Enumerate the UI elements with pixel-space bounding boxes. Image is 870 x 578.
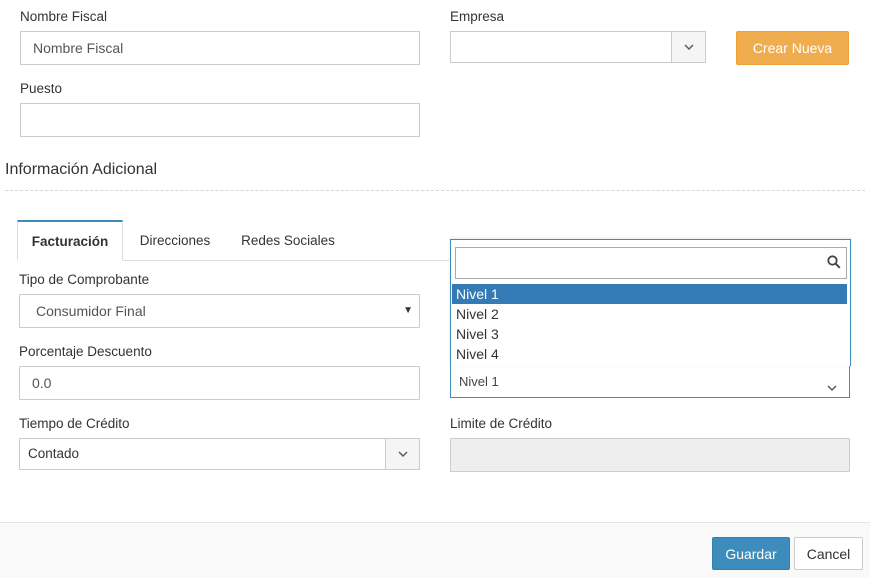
nombre-fiscal-label: Nombre Fiscal — [20, 9, 108, 24]
tiempo-credito-select[interactable]: Contado — [19, 438, 420, 470]
nivel-dropdown: Nivel 1 Nivel 2 Nivel 3 Nivel 4 — [450, 239, 851, 366]
tiempo-credito-value: Contado — [28, 446, 80, 461]
porcentaje-descuento-input[interactable]: 0.0 — [19, 366, 420, 400]
tab-facturacion[interactable]: Facturación — [17, 220, 123, 261]
limite-credito-label: Limite de Crédito — [450, 416, 553, 431]
dropdown-option[interactable]: Nivel 4 — [452, 344, 847, 364]
tipo-comprobante-label: Tipo de Comprobante — [19, 272, 150, 287]
dropdown-search-input[interactable] — [455, 247, 847, 279]
tiempo-credito-label: Tiempo de Crédito — [19, 416, 130, 431]
nivel-select[interactable]: Nivel 1 — [450, 366, 850, 398]
empresa-select[interactable] — [450, 31, 706, 63]
tab-redes-sociales[interactable]: Redes Sociales — [228, 220, 348, 261]
chevron-down-icon — [827, 378, 837, 394]
tipo-comprobante-select[interactable]: Consumidor Final ▼ — [19, 294, 420, 328]
chevron-down-icon[interactable] — [385, 439, 419, 469]
cancel-button[interactable]: Cancel — [794, 537, 863, 570]
limite-credito-input — [450, 438, 850, 472]
caret-down-icon: ▼ — [403, 305, 413, 316]
dropdown-option[interactable]: Nivel 2 — [452, 304, 847, 324]
search-icon — [827, 255, 841, 272]
section-title: Información Adicional — [5, 161, 158, 178]
dropdown-option[interactable]: Nivel 3 — [452, 324, 847, 344]
dropdown-option[interactable]: Nivel 1 — [452, 284, 847, 304]
chevron-down-icon[interactable] — [671, 32, 705, 62]
nombre-fiscal-input[interactable]: Nombre Fiscal — [20, 31, 420, 65]
puesto-input[interactable] — [20, 103, 420, 137]
crear-nueva-button[interactable]: Crear Nueva — [736, 31, 849, 65]
tab-direcciones[interactable]: Direcciones — [126, 220, 224, 261]
dropdown-options: Nivel 1 Nivel 2 Nivel 3 Nivel 4 — [452, 284, 847, 364]
empresa-label: Empresa — [450, 9, 505, 24]
tipo-comprobante-value: Consumidor Final — [36, 303, 146, 319]
section-divider — [5, 190, 865, 191]
save-button[interactable]: Guardar — [712, 537, 790, 570]
porcentaje-descuento-label: Porcentaje Descuento — [19, 344, 152, 359]
nivel-select-value: Nivel 1 — [459, 374, 499, 389]
puesto-label: Puesto — [20, 81, 63, 96]
